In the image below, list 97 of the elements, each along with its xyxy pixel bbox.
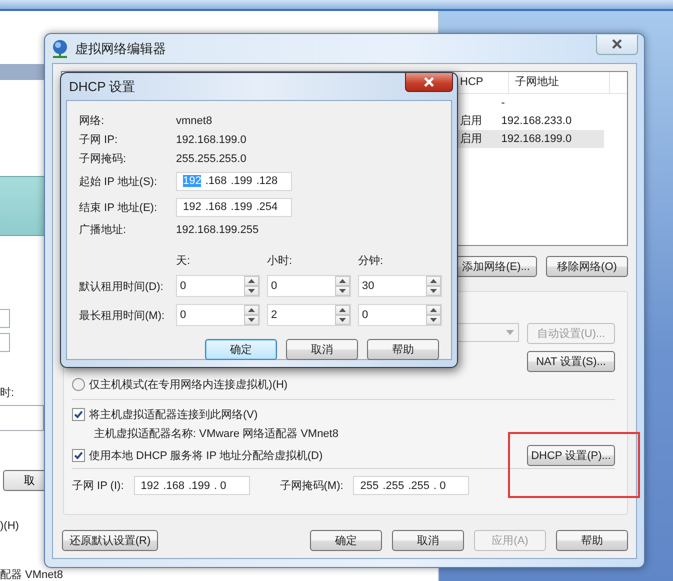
column-label: 小时:	[267, 254, 294, 268]
ip-octet: .168	[205, 201, 227, 213]
input-field[interactable]	[0, 333, 10, 352]
table-cell-text: -	[500, 96, 506, 111]
dialog-button[interactable]: 帮助	[556, 530, 628, 551]
column-label: 分钟:	[358, 254, 384, 268]
close-button[interactable]	[405, 73, 453, 92]
adapter-name-text: 配器 VMnet8	[0, 568, 63, 581]
network-globe-icon	[51, 38, 69, 58]
field-value: 192.168.199.255	[176, 224, 259, 236]
banner-panel	[0, 176, 44, 236]
ip-field[interactable]: 192 .168 .199 .128	[176, 172, 292, 190]
field-label: 最长租用时间(M):	[79, 308, 166, 322]
spin-box[interactable]: 30	[358, 275, 442, 297]
field-label: 时:	[0, 386, 14, 400]
ip-octet: 192	[183, 201, 202, 213]
down-arrow-icon[interactable]	[430, 318, 437, 322]
restore-defaults-button[interactable]: 还原默认设置(R)	[62, 530, 158, 551]
spin-box[interactable]: 0	[176, 275, 260, 297]
down-arrow-icon[interactable]	[339, 318, 346, 322]
up-arrow-icon[interactable]	[339, 308, 346, 312]
dialog-button[interactable]: 帮助	[367, 339, 439, 360]
network-button[interactable]: 移除网络(O)	[546, 256, 628, 277]
dhcp-settings-button[interactable]: DHCP 设置(P)...	[527, 445, 615, 466]
spin-box[interactable]: 2	[267, 304, 351, 326]
field-label: 子网掩码(M):	[280, 479, 344, 493]
down-arrow-icon[interactable]	[339, 289, 346, 293]
field-value: 192.168.199.0	[176, 134, 246, 146]
nat-settings-button[interactable]: NAT 设置(S)...	[527, 351, 615, 372]
field-label: 起始 IP 地址(S):	[79, 174, 158, 188]
adapter-name-text: 主机虚拟适配器名称: VMware 网络适配器 VMnet8	[94, 428, 338, 440]
input-field[interactable]	[0, 309, 10, 328]
ip-octet: .199	[230, 201, 252, 213]
ip-field[interactable]: 255 .255 .255 . 0	[353, 476, 470, 495]
field-label: 广播地址:	[79, 222, 128, 237]
column-header[interactable]: 子网地址	[509, 72, 610, 93]
ip-octet: .199	[230, 175, 252, 187]
radio-label: )(H)	[0, 520, 19, 532]
down-arrow-icon[interactable]	[248, 318, 255, 322]
dialog-button[interactable]: 取消	[392, 530, 464, 551]
ip-octet: .255	[408, 480, 430, 492]
up-arrow-icon[interactable]	[430, 279, 437, 283]
table-cell-text: 192.168.199.0	[500, 132, 573, 147]
ip-field[interactable]: 192 .168 .199 . 0	[134, 476, 250, 495]
spin-box[interactable]: 0	[267, 275, 351, 297]
checkbox-label: 使用本地 DHCP 服务将 IP 地址分配给虚拟机(D)	[89, 448, 323, 463]
table-cell-text: 启用	[459, 132, 483, 147]
field-label: 默认租用时间(D):	[79, 280, 164, 294]
table-cell-text: 192.168.233.0	[500, 114, 573, 129]
dialog-button[interactable]: 确定	[205, 339, 277, 360]
ip-octet: 192	[140, 480, 160, 492]
field-label: 子网 IP (I):	[72, 479, 124, 493]
network-button[interactable]: 添加网络(E)...	[455, 256, 537, 277]
close-button[interactable]	[596, 34, 638, 54]
table-row[interactable]: 启用 192.168.233.0	[454, 112, 604, 130]
field-label: 网络:	[79, 114, 106, 128]
field-label: 子网掩码:	[79, 152, 128, 166]
field-label: 结束 IP 地址(E):	[79, 200, 158, 214]
dialog-button[interactable]: 确定	[310, 530, 382, 551]
radio-label: 仅主机模式(在专用网络内连接虚拟机)(H)	[89, 378, 288, 392]
ip-octet: . 0	[214, 480, 226, 492]
spin-box[interactable]: 0	[176, 304, 260, 326]
ip-octet: 255	[360, 480, 379, 492]
column-label: 天:	[176, 254, 192, 268]
ip-octet: 192	[183, 175, 202, 187]
down-arrow-icon[interactable]	[430, 289, 437, 293]
field-value: vmnet8	[176, 114, 212, 126]
field-value: 255.255.255.0	[176, 152, 246, 164]
ip-field[interactable]: 192 .168 .199 .254	[176, 198, 292, 216]
down-arrow-icon[interactable]	[248, 289, 255, 293]
checked-checkbox[interactable]	[72, 449, 85, 462]
up-arrow-icon[interactable]	[248, 279, 255, 283]
ip-octet: .254	[256, 201, 278, 213]
up-arrow-icon[interactable]	[430, 308, 437, 312]
ip-octet: .168	[205, 175, 227, 187]
checked-checkbox[interactable]	[72, 408, 85, 421]
checkbox-label: 将主机虚拟适配器连接到此网络(V)	[89, 408, 258, 422]
close-icon	[610, 39, 624, 49]
ip-octet: .168	[163, 480, 185, 492]
ip-octet: .255	[382, 480, 404, 492]
up-arrow-icon[interactable]	[248, 308, 255, 312]
ip-octet: .128	[256, 175, 278, 187]
field-label: 子网 IP:	[79, 133, 119, 147]
table-cell-text: 启用	[459, 114, 483, 129]
input-field[interactable]	[0, 405, 44, 431]
window-title: DHCP 设置	[69, 78, 136, 96]
close-icon	[422, 77, 436, 87]
ip-octet: . 0	[434, 480, 446, 492]
toolbar-strip	[0, 64, 44, 80]
ip-octet: .199	[188, 480, 210, 492]
window-title: 虚拟网络编辑器	[75, 40, 166, 58]
spin-box[interactable]: 0	[358, 304, 442, 326]
radio-button[interactable]	[72, 378, 85, 391]
table-row[interactable]: -	[454, 94, 604, 112]
caret-icon	[506, 330, 514, 335]
up-arrow-icon[interactable]	[339, 279, 346, 283]
dialog-button[interactable]: 取消	[286, 339, 358, 360]
